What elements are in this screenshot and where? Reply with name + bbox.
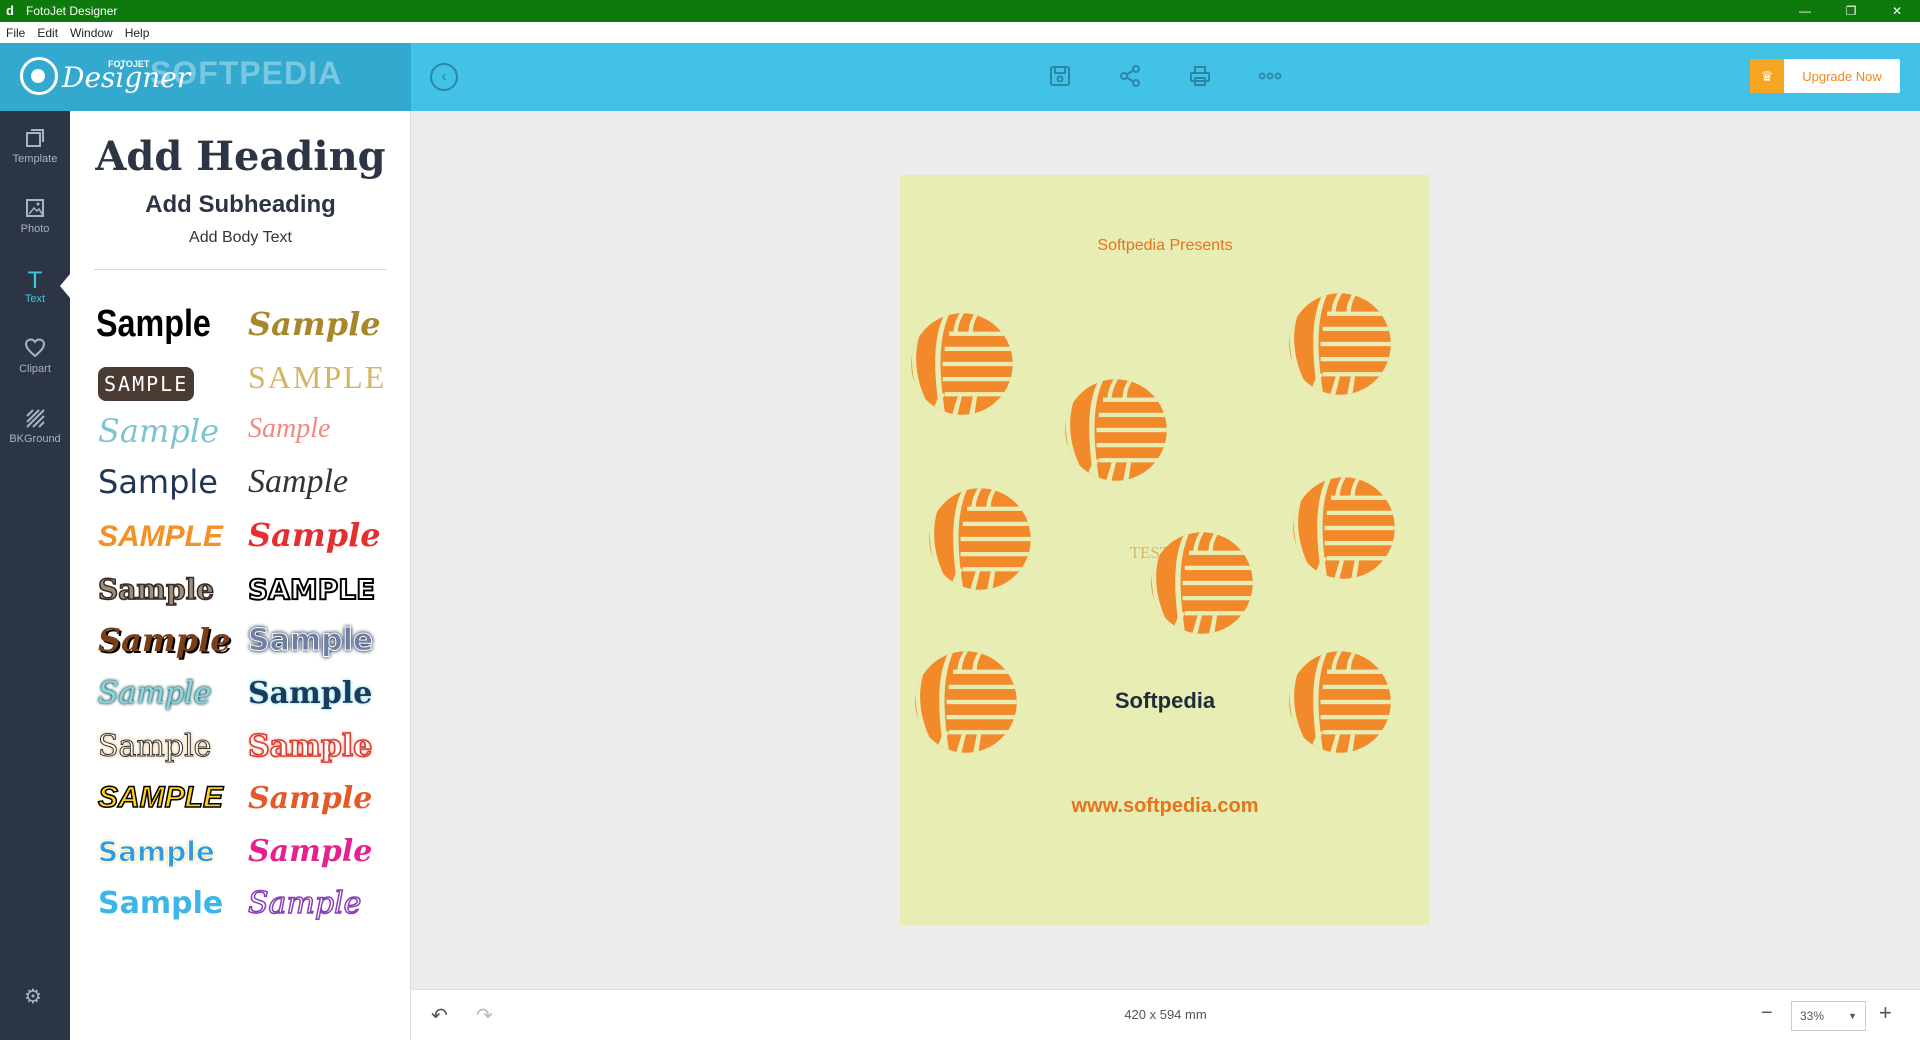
minimize-button[interactable]: — [1782,0,1828,22]
logo-mark [20,57,58,95]
heart-icon [24,337,46,359]
text-style-sample[interactable]: Sample [247,720,373,772]
zoom-in-button[interactable]: + [1879,1000,1892,1026]
close-button[interactable]: ✕ [1874,0,1920,22]
add-heading-button[interactable]: Add Heading [70,133,410,180]
sidebar-item-label: Clipart [19,363,51,375]
text-panel: Add Heading Add Subheading Add Body Text… [70,111,411,1040]
text-style-sample[interactable]: Sample [247,614,373,666]
text-style-sample[interactable]: Sample [98,877,223,929]
text-style-sample[interactable]: Sample [97,563,215,615]
text-style-sample[interactable]: Sample [248,456,348,508]
restore-button[interactable]: ❐ [1828,0,1874,22]
text-style-sample[interactable]: Sample [97,720,211,772]
sidebar-item-clipart[interactable]: Clipart [0,321,70,391]
poster-presents-text[interactable]: Softpedia Presents [900,237,1430,255]
save-icon [1050,66,1070,86]
text-style-sample[interactable]: SAMPLE [98,511,223,563]
app-icon: d [6,3,14,18]
add-body-text-button[interactable]: Add Body Text [70,229,410,247]
volleyball-icon[interactable] [912,648,1020,756]
logo: SOFTPEDIA FOTOJET Designer [0,43,411,111]
sidebar-item-template[interactable]: Template [0,111,70,181]
volleyball-icon[interactable] [1148,529,1256,637]
logo-text: Designer [62,61,191,94]
more-button[interactable] [1255,61,1285,91]
text-style-sample[interactable]: Sample [248,825,372,877]
template-icon [24,127,46,149]
share-icon [1120,65,1140,87]
menu-edit[interactable]: Edit [31,26,64,40]
sidebar-item-label: Text [24,293,46,305]
volleyball-icon[interactable] [908,310,1016,418]
crown-icon: ♛ [1750,59,1784,93]
zoom-select[interactable]: 33% ▼ [1791,1001,1866,1031]
sidebar-rail: Template Photo T Text Clipart BKGround ⚙ [0,111,70,1040]
volleyball-icon[interactable] [1062,376,1170,484]
sidebar-item-label: Template [12,153,58,165]
text-style-sample[interactable]: Sample [96,298,211,350]
divider [94,269,387,270]
window-title: FotoJet Designer [26,4,118,18]
menu-window[interactable]: Window [64,26,119,40]
menu-file[interactable]: File [0,26,31,40]
text-style-sample[interactable]: Sample [247,877,362,929]
more-icon [1258,72,1282,80]
volleyball-icon[interactable] [926,485,1034,593]
text-style-sample[interactable]: Sample [98,614,231,666]
zoom-out-button[interactable]: − [1761,1002,1773,1025]
sidebar-item-label: Photo [20,223,50,235]
design-canvas[interactable]: Softpedia Presents TESTING Softpedia www… [900,175,1430,925]
chevron-left-icon: ‹ [441,68,447,85]
add-subheading-button[interactable]: Add Subheading [70,191,410,219]
text-icon: T [27,267,43,294]
text-style-sample[interactable]: SAMPLE [97,772,224,824]
text-style-sample[interactable]: SAMPLE [247,563,376,615]
title-bar: d FotoJet Designer — ❐ ✕ [0,0,1920,22]
background-icon [24,407,46,429]
canvas-dimensions: 420 x 594 mm [1124,1007,1207,1022]
sidebar-item-label: BKGround [9,433,61,445]
active-pointer [60,274,70,298]
text-style-sample[interactable]: Sample [248,298,381,350]
text-style-sample[interactable]: Sample [248,509,381,561]
back-button[interactable]: ‹ [430,63,458,91]
print-button[interactable] [1185,61,1215,91]
zoom-value: 33% [1800,1009,1825,1023]
text-style-sample[interactable]: Sample [248,403,330,455]
text-style-sample[interactable]: Sample [248,667,372,719]
upgrade-button[interactable]: ♛ Upgrade Now [1750,59,1900,93]
text-style-sample[interactable]: Sample [98,405,219,457]
text-style-sample[interactable]: Sample [248,772,372,824]
gear-icon: ⚙ [24,986,42,1008]
bottom-bar: ↶ ↷ 420 x 594 mm − 33% ▼ + [411,989,1920,1040]
print-icon [1190,66,1210,86]
photo-icon [24,197,46,219]
poster-url-text[interactable]: www.softpedia.com [900,795,1430,818]
app-header: SOFTPEDIA FOTOJET Designer ‹ ♛ Upgrade N… [0,43,1920,111]
volleyball-icon[interactable] [1290,474,1398,582]
settings-button[interactable]: ⚙ [24,984,42,1009]
menu-help[interactable]: Help [119,26,156,40]
share-button[interactable] [1115,61,1145,91]
text-style-sample[interactable]: Sample [98,825,216,877]
text-style-sample[interactable]: SAMPLE [248,351,386,403]
text-style-sample[interactable]: Sample [98,456,218,508]
sidebar-item-background[interactable]: BKGround [0,391,70,461]
menu-bar: File Edit Window Help [0,22,1920,43]
upgrade-label: Upgrade Now [1802,68,1882,84]
volleyball-icon[interactable] [1286,648,1394,756]
text-style-sample[interactable]: Sample [98,667,211,719]
chevron-down-icon: ▼ [1848,1011,1857,1021]
save-button[interactable] [1045,61,1075,91]
volleyball-icon[interactable] [1286,290,1394,398]
sidebar-item-photo[interactable]: Photo [0,181,70,251]
text-style-sample[interactable]: SAMPLE [98,367,195,401]
